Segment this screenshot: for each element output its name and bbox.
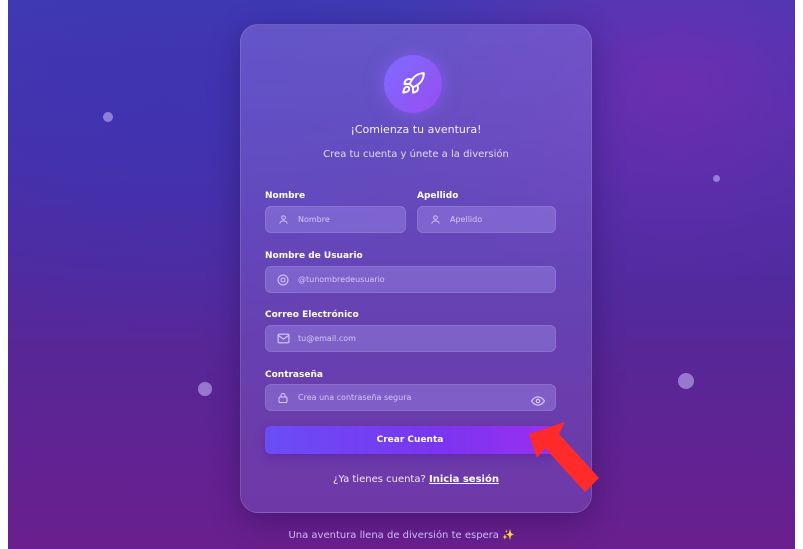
annotation-arrow-icon [529,422,599,492]
email-label: Correo Electrónico [265,310,359,320]
tagline: Una aventura llena de diversión te esper… [288,530,515,541]
user-icon [428,213,442,227]
first-name-field[interactable]: Nombre [265,206,406,233]
decorative-dot [198,382,212,396]
eye-icon[interactable] [530,392,546,406]
at-sign-icon [276,273,290,287]
page-subtitle: Crea tu cuenta y únete a la diversión [323,149,509,160]
user-icon [276,213,290,227]
lock-icon [276,391,290,405]
first-name-label: Nombre [265,191,306,201]
decorative-dot [678,373,694,389]
username-field[interactable]: @tunombredeusuario [265,266,556,293]
login-question: ¿Ya tienes cuenta? [333,474,426,485]
decorative-dot [103,112,113,122]
username-placeholder: @tunombredeusuario [298,275,385,284]
last-name-field[interactable]: Apellido [417,206,556,233]
login-link[interactable]: Inicia sesión [429,474,499,485]
password-field[interactable]: Crea una contraseña segura [265,384,556,411]
last-name-label: Apellido [417,191,459,201]
email-field[interactable]: tu@email.com [265,325,556,352]
page-title: ¡Comienza tu aventura! [350,123,482,136]
background: ¡Comienza tu aventura! Crea tu cuenta y … [8,0,795,549]
last-name-placeholder: Apellido [450,215,483,224]
create-account-button[interactable]: Crear Cuenta [265,426,555,454]
password-label: Contraseña [265,370,323,380]
decorative-dot [713,175,720,182]
mail-icon [276,332,290,346]
first-name-placeholder: Nombre [298,215,330,224]
password-placeholder: Crea una contraseña segura [298,393,412,402]
rocket-icon [384,55,442,113]
username-label: Nombre de Usuario [265,251,363,261]
email-placeholder: tu@email.com [298,334,356,343]
